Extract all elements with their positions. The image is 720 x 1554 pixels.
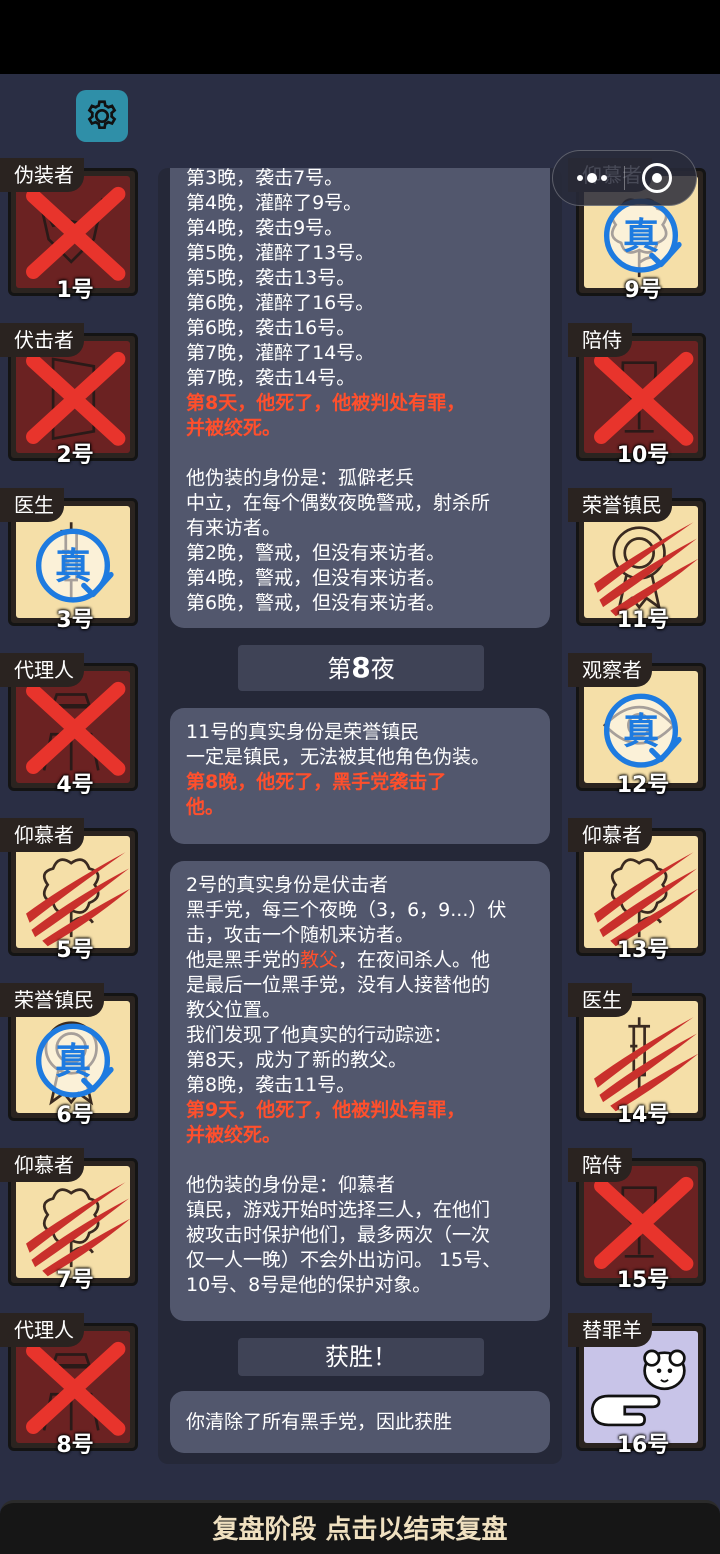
player-role-label: 仰慕者 [0, 818, 84, 852]
player-card[interactable]: 替罪羊 16号 [568, 1313, 708, 1458]
player-role-label: 荣誉镇民 [568, 488, 672, 522]
player-role-label: 仰慕者 [0, 1148, 84, 1182]
player-card[interactable]: 仰慕者 5号 [0, 818, 140, 963]
player-role-label: 仰慕者 [568, 818, 652, 852]
log-message-2: 11号的真实身份是荣誉镇民 一定是镇民，无法被其他角色伪装。 第8晚，他死了，黑… [170, 708, 550, 844]
player-number: 16号 [616, 1433, 670, 1458]
player-number: 6号 [56, 1103, 94, 1128]
end-replay-button[interactable]: 复盘阶段 点击以结束复盘 [0, 1500, 720, 1554]
capsule-divider [623, 166, 625, 190]
player-number: 1号 [56, 278, 94, 303]
status-bar [0, 0, 720, 74]
player-number: 8号 [56, 1433, 94, 1458]
player-number: 14号 [616, 1103, 670, 1128]
log-message-1: 第3晚，袭击7号。 第4晚，灌醉了9号。 第4晚，袭击9号。 第5晚，灌醉了13… [170, 168, 550, 628]
player-role-label: 荣誉镇民 [0, 983, 104, 1017]
svg-text:真: 真 [623, 214, 659, 257]
player-role-label: 替罪羊 [568, 1313, 652, 1347]
player-number: 2号 [56, 443, 94, 468]
player-role-label: 陪侍 [568, 323, 632, 357]
svg-text:真: 真 [55, 1039, 91, 1082]
player-card[interactable]: 伪装者 1号 [0, 158, 140, 303]
dots-icon[interactable] [577, 173, 608, 183]
player-card[interactable]: 荣誉镇民 11号 [568, 488, 708, 633]
mini-program-capsule [552, 150, 697, 206]
player-number: 13号 [616, 938, 670, 963]
log-message-3: 2号的真实身份是伏击者 黑手党，每三个夜晚（3，6，9...）伏 击，攻击一个随… [170, 861, 550, 1321]
player-number: 9号 [624, 278, 662, 303]
svg-text:真: 真 [55, 544, 91, 587]
player-card[interactable]: 陪侍 15号 [568, 1148, 708, 1293]
player-role-label: 伪装者 [0, 158, 84, 192]
player-role-label: 医生 [0, 488, 64, 522]
player-number: 11号 [616, 608, 670, 633]
player-card[interactable]: 伏击者 2号 [0, 323, 140, 468]
log-message-4: 你清除了所有黑手党，因此获胜 [170, 1391, 550, 1453]
player-number: 3号 [56, 608, 94, 633]
victory-header: 获胜！ [238, 1338, 484, 1376]
player-card[interactable]: 代理人 4号 [0, 653, 140, 798]
player-card[interactable]: 仰慕者 7号 [0, 1148, 140, 1293]
player-number: 4号 [56, 773, 94, 798]
player-card[interactable]: 真 医生 3号 [0, 488, 140, 633]
player-card[interactable]: 仰慕者 13号 [568, 818, 708, 963]
player-card[interactable]: 医生 14号 [568, 983, 708, 1128]
gear-icon [87, 100, 117, 130]
player-card[interactable]: 真 观察者 12号 [568, 653, 708, 798]
player-role-label: 观察者 [568, 653, 652, 687]
replay-log-panel[interactable]: 第3晚，袭击7号。 第4晚，灌醉了9号。 第4晚，袭击9号。 第5晚，灌醉了13… [158, 168, 562, 1464]
player-number: 10号 [616, 443, 670, 468]
target-icon[interactable] [641, 163, 672, 193]
player-card[interactable]: 代理人 8号 [0, 1313, 140, 1458]
player-role-label: 代理人 [0, 1313, 84, 1347]
player-role-label: 伏击者 [0, 323, 84, 357]
player-role-label: 陪侍 [568, 1148, 632, 1182]
player-card[interactable]: 陪侍 10号 [568, 323, 708, 468]
player-number: 5号 [56, 938, 94, 963]
player-role-label: 代理人 [0, 653, 84, 687]
player-number: 15号 [616, 1268, 670, 1293]
player-role-label: 医生 [568, 983, 632, 1017]
player-number: 7号 [56, 1268, 94, 1293]
settings-button[interactable] [76, 90, 128, 142]
player-number: 12号 [616, 773, 670, 798]
night-header: 第8夜 [238, 645, 484, 691]
svg-text:真: 真 [623, 709, 659, 752]
player-card[interactable]: 真 荣誉镇民 6号 [0, 983, 140, 1128]
